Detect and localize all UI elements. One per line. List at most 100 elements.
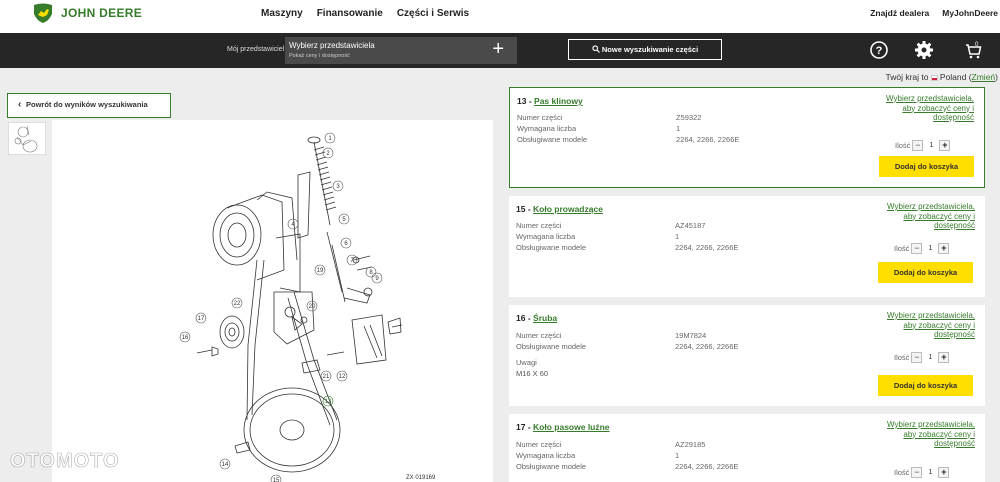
notes-value: M16 X 60 [516,369,549,378]
callout-9[interactable]: 9 [375,276,379,282]
callout-1[interactable]: 1 [328,136,332,142]
quantity-label: Ilość [894,468,910,477]
quantity-label: Ilość [895,141,911,150]
plus-icon[interactable]: + [492,38,504,60]
increase-qty-button[interactable]: + [938,352,950,363]
part-card: 16 - Śruba Numer części 19M7824 Obsługiw… [509,305,985,406]
select-dealer-for-price-link[interactable]: Wybierz przedstawiciela, aby zobaczyć ce… [886,94,974,123]
new-parts-search-button[interactable]: Nowe wyszukiwanie części [568,39,722,60]
quantity-label: Ilość [894,353,910,362]
parts-diagram-drawing: 1 2 3 4 5 6 7 8 9 19 20 22 17 16 21 12 1… [179,132,403,482]
select-dealer-box[interactable]: Wybierz przedstawiciela Pokaż ceny i dos… [285,37,517,64]
callout-20[interactable]: 20 [309,304,316,310]
models-label: Obsługiwane modele [517,135,588,144]
my-john-deere-link[interactable]: MyJohnDeere [942,8,998,18]
callout-15[interactable]: 15 [273,478,280,482]
callout-3[interactable]: 3 [336,184,340,190]
diagram-thumbnail[interactable] [8,122,46,155]
add-to-cart-button[interactable]: Dodaj do koszyka [878,375,973,396]
svg-text:?: ? [876,45,883,57]
callout-13[interactable]: 13 [325,399,332,405]
decrease-qty-button[interactable]: − [911,467,923,478]
part-callout-number: 15 [516,204,526,214]
callout-6[interactable]: 6 [344,241,348,247]
callout-7[interactable]: 7 [350,258,354,264]
quantity-label: Ilość [894,244,910,253]
decrease-qty-button[interactable]: − [911,243,923,254]
part-number-value: 19M7824 [675,331,707,340]
callout-22[interactable]: 22 [234,301,241,307]
required-qty-value: 1 [676,124,681,133]
nav-item-parts-service[interactable]: Części i Serwis [397,8,469,19]
part-callout-number: 17 [516,422,526,432]
part-number-value: AZ45187 [675,221,706,230]
quantity-value[interactable]: 1 [922,467,938,478]
callout-16[interactable]: 16 [182,335,189,341]
nav-item-financing[interactable]: Finansowanie [317,8,383,19]
part-title: 16 - Śruba [516,313,558,323]
part-number-label: Numer części [516,221,562,230]
help-icon[interactable]: ? [869,40,889,60]
country-selector: Twój kraj to Poland (Zmień) [885,72,998,82]
otomoto-watermark: OTOMOTO [10,450,120,473]
deer-logo-icon [34,3,52,23]
gear-icon[interactable] [914,40,934,60]
models-value: 2264, 2266, 2266E [676,135,740,144]
part-name-link[interactable]: Koło prowadzące [533,204,603,214]
part-name-link[interactable]: Śruba [533,313,557,323]
quantity-value[interactable]: 1 [923,140,939,151]
add-to-cart-button[interactable]: Dodaj do koszyka [879,156,974,177]
quantity-value[interactable]: 1 [922,243,938,254]
decrease-qty-button[interactable]: − [912,140,924,151]
required-qty-label: Wymagana liczba [517,124,577,133]
cart-icon[interactable]: 0 [963,40,983,60]
increase-qty-button[interactable]: + [939,140,951,151]
callout-2[interactable]: 2 [326,151,330,157]
required-qty-value: 1 [675,451,680,460]
models-value: 2264, 2266, 2266E [675,243,739,252]
select-dealer-for-price-link[interactable]: Wybierz przedstawiciela, aby zobaczyć ce… [887,420,975,449]
back-to-results-label: Powrót do wyników wyszukiwania [26,100,148,109]
john-deere-logo[interactable]: JOHN DEERE [32,2,142,24]
callout-5[interactable]: 5 [342,217,346,223]
quantity-stepper: Ilość − 1 + [894,352,950,363]
increase-qty-button[interactable]: + [938,467,950,478]
callout-19[interactable]: 19 [317,268,324,274]
models-label: Obsługiwane modele [516,342,587,351]
utility-nav: Znajdź dealera MyJohnDeere [857,8,998,18]
exploded-parts-diagram: 1 2 3 4 5 6 7 8 9 19 20 22 17 16 21 12 1… [52,120,493,482]
brand-name: JOHN DEERE [61,6,143,20]
my-dealer-label: Mój przedstawiciel [227,46,285,53]
add-to-cart-button[interactable]: Dodaj do koszyka [878,262,973,283]
select-dealer-for-price-link[interactable]: Wybierz przedstawiciela, aby zobaczyć ce… [887,311,975,340]
nav-item-machines[interactable]: Maszyny [261,8,303,19]
part-name-link[interactable]: Koło pasowe luźne [533,422,610,432]
change-country-link[interactable]: Zmień [972,72,996,82]
poland-flag-icon [930,74,938,81]
part-callout-number: 13 [517,96,527,106]
back-to-results-button[interactable]: ‹ Powrót do wyników wyszukiwania [7,93,171,118]
part-number-label: Numer części [516,440,562,449]
required-qty-value: 1 [675,232,680,241]
main-nav: Maszyny Finansowanie Części i Serwis [261,8,483,19]
country-name: Poland [939,72,967,82]
find-dealer-link[interactable]: Znajdź dealera [870,8,929,18]
callout-14[interactable]: 14 [222,462,229,468]
decrease-qty-button[interactable]: − [911,352,923,363]
select-dealer-for-price-link[interactable]: Wybierz przedstawiciela, aby zobaczyć ce… [887,202,975,231]
callout-17[interactable]: 17 [198,316,205,322]
part-card: 15 - Koło prowadzące Numer części AZ4518… [509,196,985,297]
part-name-link[interactable]: Pas klinowy [534,96,583,106]
part-number-value: Z59322 [676,113,702,122]
part-title: 17 - Koło pasowe luźne [516,422,610,432]
part-number-label: Numer części [517,113,563,122]
callout-21[interactable]: 21 [323,374,330,380]
quantity-value[interactable]: 1 [922,352,938,363]
chevron-left-icon: ‹ [18,99,22,110]
quantity-stepper: Ilość − 1 + [894,243,950,254]
top-nav: JOHN DEERE Maszyny Finansowanie Części i… [0,0,1000,33]
part-title: 15 - Koło prowadzące [516,204,603,214]
increase-qty-button[interactable]: + [938,243,950,254]
part-card: 13 - Pas klinowy Numer części Z59322 Wym… [509,87,985,188]
callout-12[interactable]: 12 [339,374,346,380]
